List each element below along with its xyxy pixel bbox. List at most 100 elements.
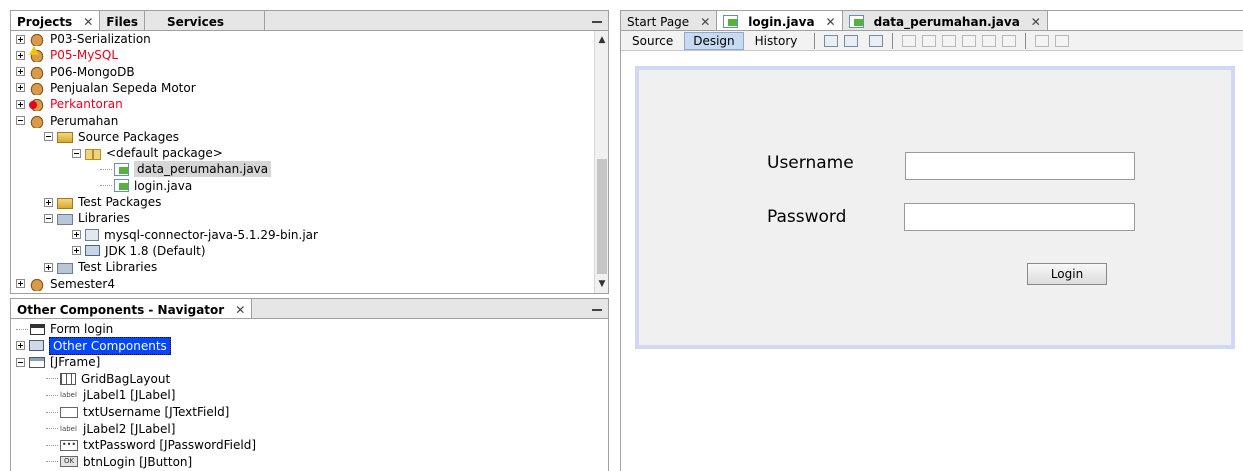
tree-row[interactable]: OK btnLogin [JButton] <box>46 454 192 470</box>
tree-row[interactable]: Libraries <box>44 210 130 226</box>
tree-row[interactable]: Perumahan <box>16 113 118 129</box>
tab-data-perumahan-label: data_perumahan.java <box>873 14 1020 29</box>
tab-projects[interactable]: Projects ✕ <box>11 11 101 30</box>
align-top-icon[interactable] <box>962 34 977 47</box>
tree-item-label: mysql-connector-java-5.1.29-bin.jar <box>104 227 318 242</box>
tree-row[interactable]: Other Components <box>16 336 171 355</box>
collapse-icon[interactable] <box>44 132 53 142</box>
project-icon <box>29 32 45 46</box>
gridbag-icon <box>60 372 76 385</box>
package-icon <box>85 148 101 160</box>
tree-row[interactable]: label jLabel1 [JLabel] <box>46 387 175 403</box>
tree-row[interactable]: Penjualan Sepeda Motor <box>16 80 196 96</box>
preview-design-icon[interactable] <box>869 34 884 47</box>
password-field[interactable] <box>904 203 1135 231</box>
collapse-icon[interactable] <box>16 357 25 367</box>
expand-icon[interactable] <box>16 279 25 288</box>
design-button[interactable]: Design <box>684 31 744 50</box>
other-components-icon <box>29 340 44 352</box>
username-field[interactable] <box>905 152 1135 180</box>
source-button[interactable]: Source <box>623 32 682 50</box>
connection-mode-icon[interactable] <box>844 34 859 47</box>
tree-item-label: Perumahan <box>50 113 119 128</box>
navigator-tabbar: Other Components - Navigator ✕ <box>11 299 608 319</box>
tree-item-label: txtUsername [JTextField] <box>83 405 230 419</box>
tree-row[interactable]: Test Packages <box>44 194 161 210</box>
tree-row[interactable]: Semester4 <box>16 276 115 292</box>
project-icon <box>29 113 45 128</box>
collapse-icon[interactable] <box>16 116 25 125</box>
collapse-icon[interactable] <box>44 213 53 223</box>
tab-data-perumahan[interactable]: data_perumahan.java ✕ <box>842 11 1048 30</box>
expand-icon[interactable] <box>44 262 53 272</box>
expand-icon[interactable] <box>16 99 25 109</box>
minimize-icon[interactable] <box>592 21 602 23</box>
resize-horizontal-icon[interactable] <box>1035 34 1050 47</box>
toolbar-separator <box>892 32 894 49</box>
expand-icon[interactable] <box>72 246 81 256</box>
tab-start-page-label: Start Page <box>627 14 690 29</box>
tab-start-page[interactable]: Start Page ✕ <box>621 11 718 30</box>
toolbar-separator <box>1025 32 1027 49</box>
tree-item-label: [JFrame] <box>50 355 101 370</box>
expand-icon[interactable] <box>16 34 25 44</box>
minimize-icon[interactable] <box>592 309 602 311</box>
chevron-down-icon[interactable]: ▼ <box>595 277 609 291</box>
tree-row[interactable]: [JFrame] <box>16 354 100 370</box>
resize-vertical-icon[interactable] <box>1055 34 1070 47</box>
expand-icon[interactable] <box>72 230 81 240</box>
expand-icon[interactable] <box>16 50 25 60</box>
tree-row[interactable]: P03-Serialization <box>16 31 151 47</box>
expand-icon[interactable] <box>16 67 25 77</box>
tree-row[interactable]: JDK 1.8 (Default) <box>72 243 206 259</box>
tree-item-label: jLabel1 [JLabel] <box>83 388 176 403</box>
tree-row[interactable]: label jLabel2 [JLabel] <box>46 421 175 437</box>
align-middle-icon[interactable] <box>1002 34 1017 47</box>
selection-mode-icon[interactable] <box>824 34 839 47</box>
tab-services[interactable]: Services <box>144 11 266 30</box>
tree-row[interactable]: GridBagLayout <box>46 371 170 387</box>
align-left-icon[interactable] <box>902 34 917 47</box>
close-icon[interactable]: ✕ <box>83 15 93 29</box>
tree-row[interactable]: Source Packages <box>44 129 179 145</box>
close-icon[interactable]: ✕ <box>700 15 710 29</box>
tree-row[interactable]: mysql-connector-java-5.1.29-bin.jar <box>72 227 318 243</box>
tree-row[interactable]: login.java <box>100 178 192 194</box>
tree-item-label: P03-Serialization <box>50 32 151 46</box>
close-icon[interactable]: ✕ <box>235 303 245 317</box>
history-button[interactable]: History <box>746 32 807 50</box>
login-button[interactable]: Login <box>1027 263 1107 285</box>
tree-item-label: P05-MySQL <box>50 48 119 63</box>
collapse-icon[interactable] <box>72 148 81 158</box>
tree-connector <box>100 168 112 170</box>
tree-row[interactable]: txtUsername [JTextField] <box>46 404 229 420</box>
tab-navigator[interactable]: Other Components - Navigator ✕ <box>11 299 253 318</box>
align-center-icon[interactable] <box>942 34 957 47</box>
tree-item-label: Form login <box>50 322 114 336</box>
tree-row[interactable]: Test Libraries <box>44 259 157 275</box>
align-right-icon[interactable] <box>922 34 937 47</box>
tree-row[interactable]: Perkantoran <box>16 96 123 112</box>
close-icon[interactable]: ✕ <box>826 15 836 29</box>
projects-scrollbar[interactable]: ▲ ▼ <box>594 31 608 293</box>
textfield-icon <box>60 406 78 418</box>
tree-row[interactable]: P06-MongoDB <box>16 64 135 80</box>
expand-icon[interactable] <box>16 341 25 351</box>
expand-icon[interactable] <box>16 83 25 93</box>
tree-row[interactable]: ••• txtPassword [JPasswordField] <box>46 437 256 453</box>
tab-files[interactable]: Files <box>100 11 145 30</box>
tree-item-label: txtPassword [JPasswordField] <box>83 438 257 453</box>
chevron-up-icon[interactable]: ▲ <box>595 33 609 47</box>
tree-row[interactable]: data_perumahan.java <box>100 161 272 178</box>
form-design-area[interactable]: Username Password Login <box>635 66 1235 349</box>
tab-login-java[interactable]: login.java ✕ <box>717 11 843 30</box>
tree-connector <box>100 185 112 187</box>
tree-row[interactable]: Form login <box>16 321 113 337</box>
close-icon[interactable]: ✕ <box>1031 15 1041 29</box>
scroll-thumb[interactable] <box>597 159 607 274</box>
tree-row[interactable]: P05-MySQL <box>16 46 119 63</box>
tree-connector <box>46 378 58 380</box>
expand-icon[interactable] <box>44 197 53 207</box>
tree-row[interactable]: <default package> <box>72 145 223 161</box>
align-bottom-icon[interactable] <box>982 34 997 47</box>
